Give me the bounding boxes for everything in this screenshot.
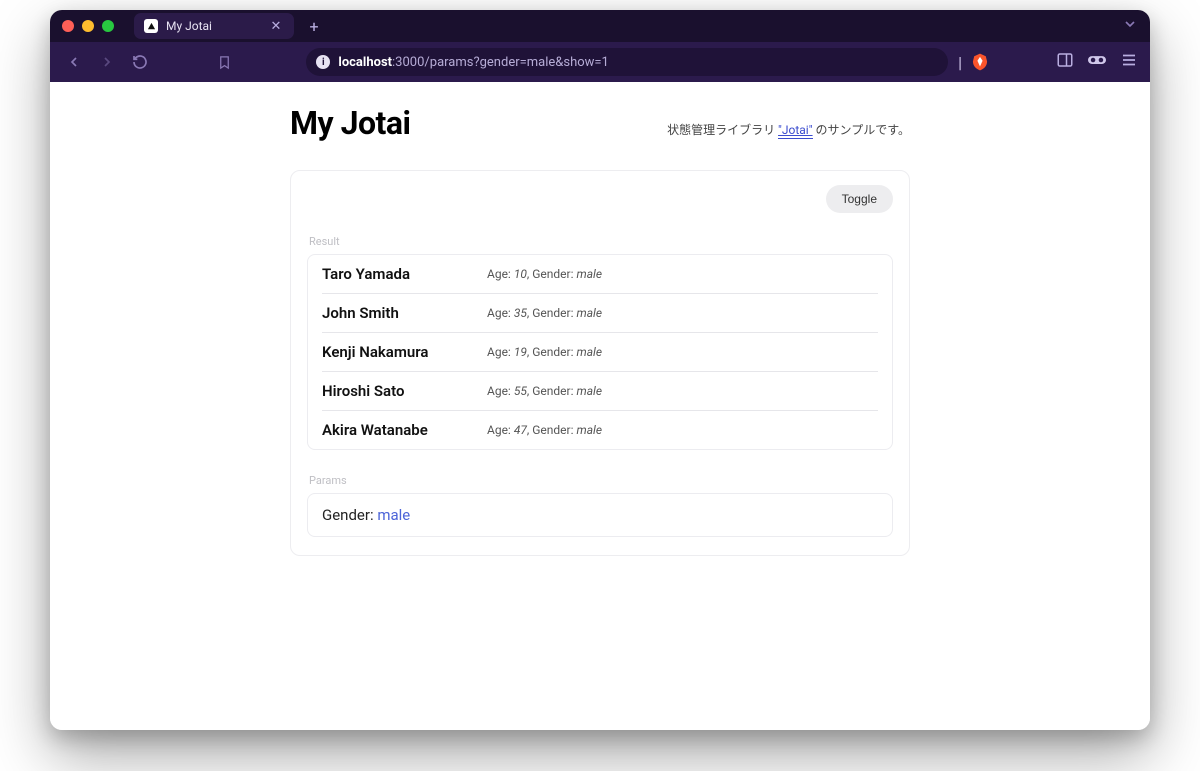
browser-toolbar: i localhost:3000/params?gender=male&show… (50, 42, 1150, 82)
address-bar[interactable]: i localhost:3000/params?gender=male&show… (306, 48, 948, 76)
main-card: Toggle Result Taro Yamada Age: 10, Gende… (290, 170, 910, 556)
forward-button[interactable] (95, 49, 118, 75)
person-meta: Age: 19, Gender: male (487, 345, 878, 359)
params-text: Gender: male (322, 506, 878, 524)
back-button[interactable] (62, 49, 85, 75)
toggle-row: Toggle (307, 185, 893, 213)
person-name: Akira Watanabe (322, 421, 477, 439)
reload-button[interactable] (128, 49, 151, 75)
list-item: Taro Yamada Age: 10, Gender: male (322, 255, 878, 294)
params-label: Gender: (322, 506, 377, 524)
bookmark-button[interactable] (213, 49, 236, 75)
params-card: Gender: male (307, 493, 893, 537)
page-container: My Jotai 状態管理ライブラリ "Jotai" のサンプルです。 Togg… (290, 82, 910, 596)
subtitle-prefix: 状態管理ライブラリ (667, 123, 778, 137)
person-meta: Age: 47, Gender: male (487, 423, 878, 437)
result-list: Taro Yamada Age: 10, Gender: male John S… (307, 254, 893, 450)
site-info-icon[interactable]: i (316, 55, 330, 69)
person-name: Kenji Nakamura (322, 343, 477, 361)
close-window-button[interactable] (62, 20, 74, 32)
reader-mode-icon[interactable] (1088, 51, 1106, 73)
maximize-window-button[interactable] (102, 20, 114, 32)
page-title: My Jotai (290, 104, 410, 142)
new-tab-button[interactable]: + (302, 17, 326, 36)
person-name: Hiroshi Sato (322, 382, 477, 400)
person-name: John Smith (322, 304, 477, 322)
separator: | (958, 53, 962, 72)
app-menu-button[interactable] (1120, 51, 1138, 73)
url-host: localhost (338, 55, 392, 70)
brave-shields-icon[interactable] (972, 53, 988, 71)
sidebar-toggle-icon[interactable] (1056, 51, 1074, 73)
person-meta: Age: 10, Gender: male (487, 267, 878, 281)
subtitle-suffix: のサンプルです。 (813, 123, 910, 137)
result-section-label: Result (309, 235, 893, 248)
toggle-button[interactable]: Toggle (826, 185, 893, 213)
browser-tab[interactable]: My Jotai ✕ (134, 13, 294, 39)
params-section-label: Params (309, 474, 893, 487)
list-item: John Smith Age: 35, Gender: male (322, 294, 878, 333)
minimize-window-button[interactable] (82, 20, 94, 32)
tab-title: My Jotai (166, 19, 260, 33)
url-text: localhost:3000/params?gender=male&show=1 (338, 55, 609, 70)
list-item: Hiroshi Sato Age: 55, Gender: male (322, 372, 878, 411)
page-subtitle: 状態管理ライブラリ "Jotai" のサンプルです。 (667, 121, 910, 138)
person-name: Taro Yamada (322, 265, 477, 283)
url-path: :3000/params?gender=male&show=1 (392, 55, 609, 70)
list-item: Akira Watanabe Age: 47, Gender: male (322, 411, 878, 449)
tabstrip-menu[interactable] (1122, 16, 1138, 36)
titlebar: My Jotai ✕ + (50, 10, 1150, 42)
browser-window: My Jotai ✕ + i localhost:3000/params?gen… (50, 10, 1150, 730)
person-meta: Age: 55, Gender: male (487, 384, 878, 398)
tab-favicon (144, 19, 158, 33)
toolbar-right: | (958, 51, 1138, 73)
params-value: male (377, 506, 410, 524)
window-controls (62, 20, 114, 32)
page-header: My Jotai 状態管理ライブラリ "Jotai" のサンプルです。 (290, 104, 910, 142)
jotai-link[interactable]: "Jotai" (778, 123, 813, 139)
close-tab-button[interactable]: ✕ (268, 19, 284, 34)
person-meta: Age: 35, Gender: male (487, 306, 878, 320)
list-item: Kenji Nakamura Age: 19, Gender: male (322, 333, 878, 372)
page-content: My Jotai 状態管理ライブラリ "Jotai" のサンプルです。 Togg… (50, 82, 1150, 730)
